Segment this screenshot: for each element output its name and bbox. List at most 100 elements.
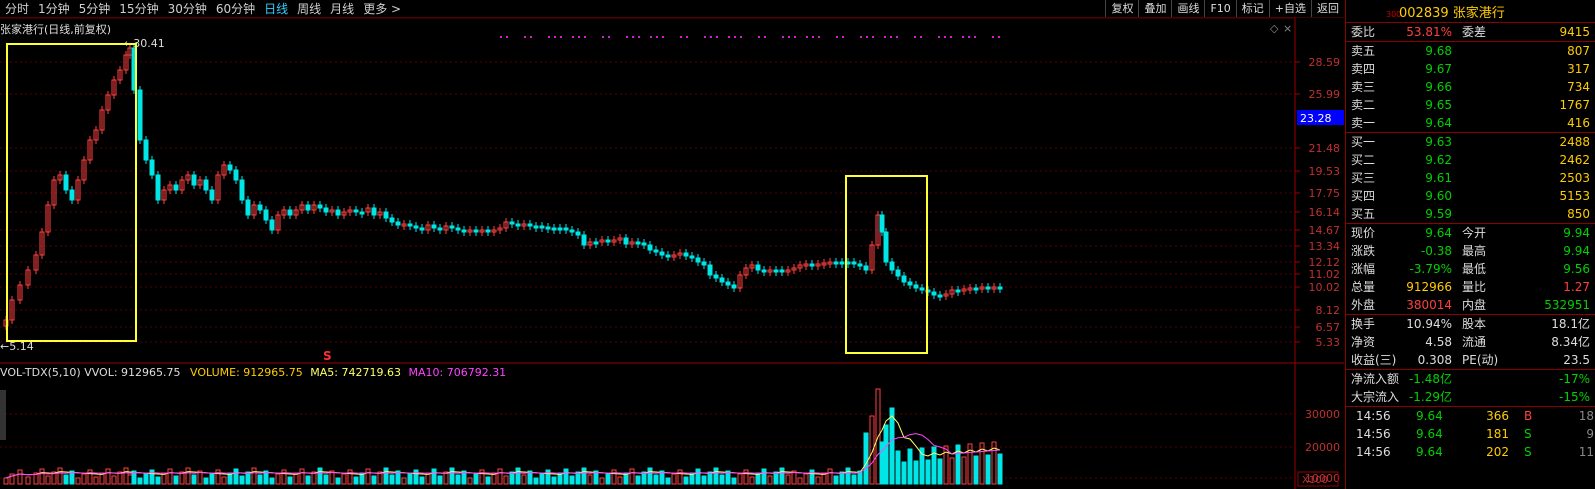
volume-value: VOLUME: 912965.75 [190, 366, 303, 379]
candle-body [269, 219, 275, 231]
stats-block: 现价 9.64 今开 9.94 涨跌 -0.38 最高 9.94 涨幅 -3.79% 最低 9.56 总… [1346, 224, 1595, 315]
volume-bar [431, 468, 437, 485]
volume-bar [455, 474, 461, 485]
volume-bar [629, 468, 635, 485]
volume-bar [785, 474, 791, 485]
candle-body [683, 252, 689, 257]
volume-bar [907, 448, 913, 485]
signal-dot [968, 36, 970, 38]
candle-body [879, 214, 885, 233]
chart-diamond-icon: ◇ [1270, 22, 1279, 35]
volume-bar [467, 477, 473, 485]
chart-close-icon: × [1283, 22, 1292, 35]
volume-bar [275, 473, 281, 485]
volume-bar [665, 477, 671, 485]
candle-body [353, 209, 359, 213]
candle-body [809, 263, 815, 267]
candle-body [779, 269, 785, 273]
candle-body [731, 284, 737, 289]
candle-body [635, 241, 641, 245]
volume-bar [251, 467, 257, 485]
tick-list: 14:56 9.64 366 B 18 14:56 9.64 181 S 9 14:56 9.64 20… [1356, 409, 1594, 459]
stat2-row: 净资 4.58 流通 8.34亿 [1351, 335, 1590, 349]
volume-bar [539, 473, 545, 485]
price-tick-label: 21.48 [1309, 142, 1341, 155]
volume-bar [803, 473, 809, 485]
signal-dot [608, 36, 610, 38]
candle-body [449, 225, 455, 229]
candle-body [69, 189, 75, 201]
candle-body [335, 209, 341, 216]
stock-code-name: 002839 张家港行 [1399, 6, 1505, 21]
signal-dot [680, 36, 682, 38]
volume-bar [949, 457, 955, 485]
volume-bar [323, 474, 329, 485]
volume-bar [407, 473, 413, 485]
volume-bar [81, 473, 87, 485]
candle-body [395, 221, 401, 226]
volume-bar [437, 475, 443, 485]
candle-body [907, 281, 913, 286]
volume-bar [185, 467, 191, 485]
vol-tick-label: 30000 [1305, 408, 1340, 421]
volume-indicator-title: VOL-TDX(5,10) VVOL: 912965.75 VOLUME: 91… [0, 366, 506, 379]
candle-body [551, 227, 557, 231]
volume-bar [137, 477, 143, 485]
volume-bar [239, 475, 245, 485]
candle-body [997, 286, 1003, 290]
candle-body [155, 174, 161, 201]
volume-bar [889, 407, 895, 485]
volume-bar [671, 473, 677, 485]
candle-body [209, 189, 215, 201]
volume-bar [269, 477, 275, 485]
candle-body [407, 223, 413, 227]
volume-bar [563, 468, 569, 485]
volume-bar [341, 473, 347, 485]
candle-body [695, 257, 701, 263]
volume-bar [937, 458, 943, 485]
candle-body [371, 207, 377, 216]
candle-body [653, 249, 659, 253]
candle-body [973, 287, 979, 291]
candle-body [509, 221, 515, 225]
candle-body [323, 207, 329, 213]
current-price-label: 23.28 [1300, 112, 1332, 125]
volume-bar [761, 468, 767, 485]
bid-row: 买四 9.60 5153 [1351, 189, 1590, 203]
volume-bar [3, 477, 9, 485]
candle-body [665, 254, 671, 258]
candle-body [173, 184, 179, 191]
volume-bar [913, 460, 919, 485]
vol-indicator-name: VOL-TDX(5,10) [0, 366, 81, 379]
candle-body [581, 234, 587, 246]
signal-dot [506, 36, 508, 38]
signal-dot [806, 36, 808, 38]
candle-body [143, 139, 149, 161]
candle-body [851, 261, 857, 265]
candle-body [569, 229, 575, 233]
candle-body [461, 229, 467, 233]
candle-body [713, 274, 719, 279]
volume-bar [305, 475, 311, 485]
volume-bar [105, 468, 111, 485]
signal-dot [626, 36, 628, 38]
candle-body [883, 231, 889, 263]
signal-dot [716, 36, 718, 38]
candle-body [203, 179, 209, 191]
stat-row: 外盘 380014 内盘 532951 [1351, 298, 1590, 312]
signal-dot [794, 36, 796, 38]
candle-body [545, 226, 551, 230]
price-tick-label: 8.12 [1316, 304, 1341, 317]
candle-body [659, 251, 665, 256]
volume-bar [389, 474, 395, 485]
volume-bar [533, 477, 539, 485]
volume-bar [901, 461, 907, 485]
vol-tick-label: 20000 [1305, 441, 1340, 454]
kline-chart[interactable]: 28.59 25.99 21.48 19.53 17.75 16.14 14.67 13.34… [0, 0, 1344, 489]
signal-dot [938, 36, 940, 38]
flow-block: 净流入额 -1.48亿 -17% 大宗流入 -1.29亿 -15% [1346, 370, 1595, 407]
volume-bar [883, 424, 889, 485]
candle-body [647, 244, 653, 251]
candle-body [707, 264, 713, 276]
volume-bar [57, 467, 63, 485]
